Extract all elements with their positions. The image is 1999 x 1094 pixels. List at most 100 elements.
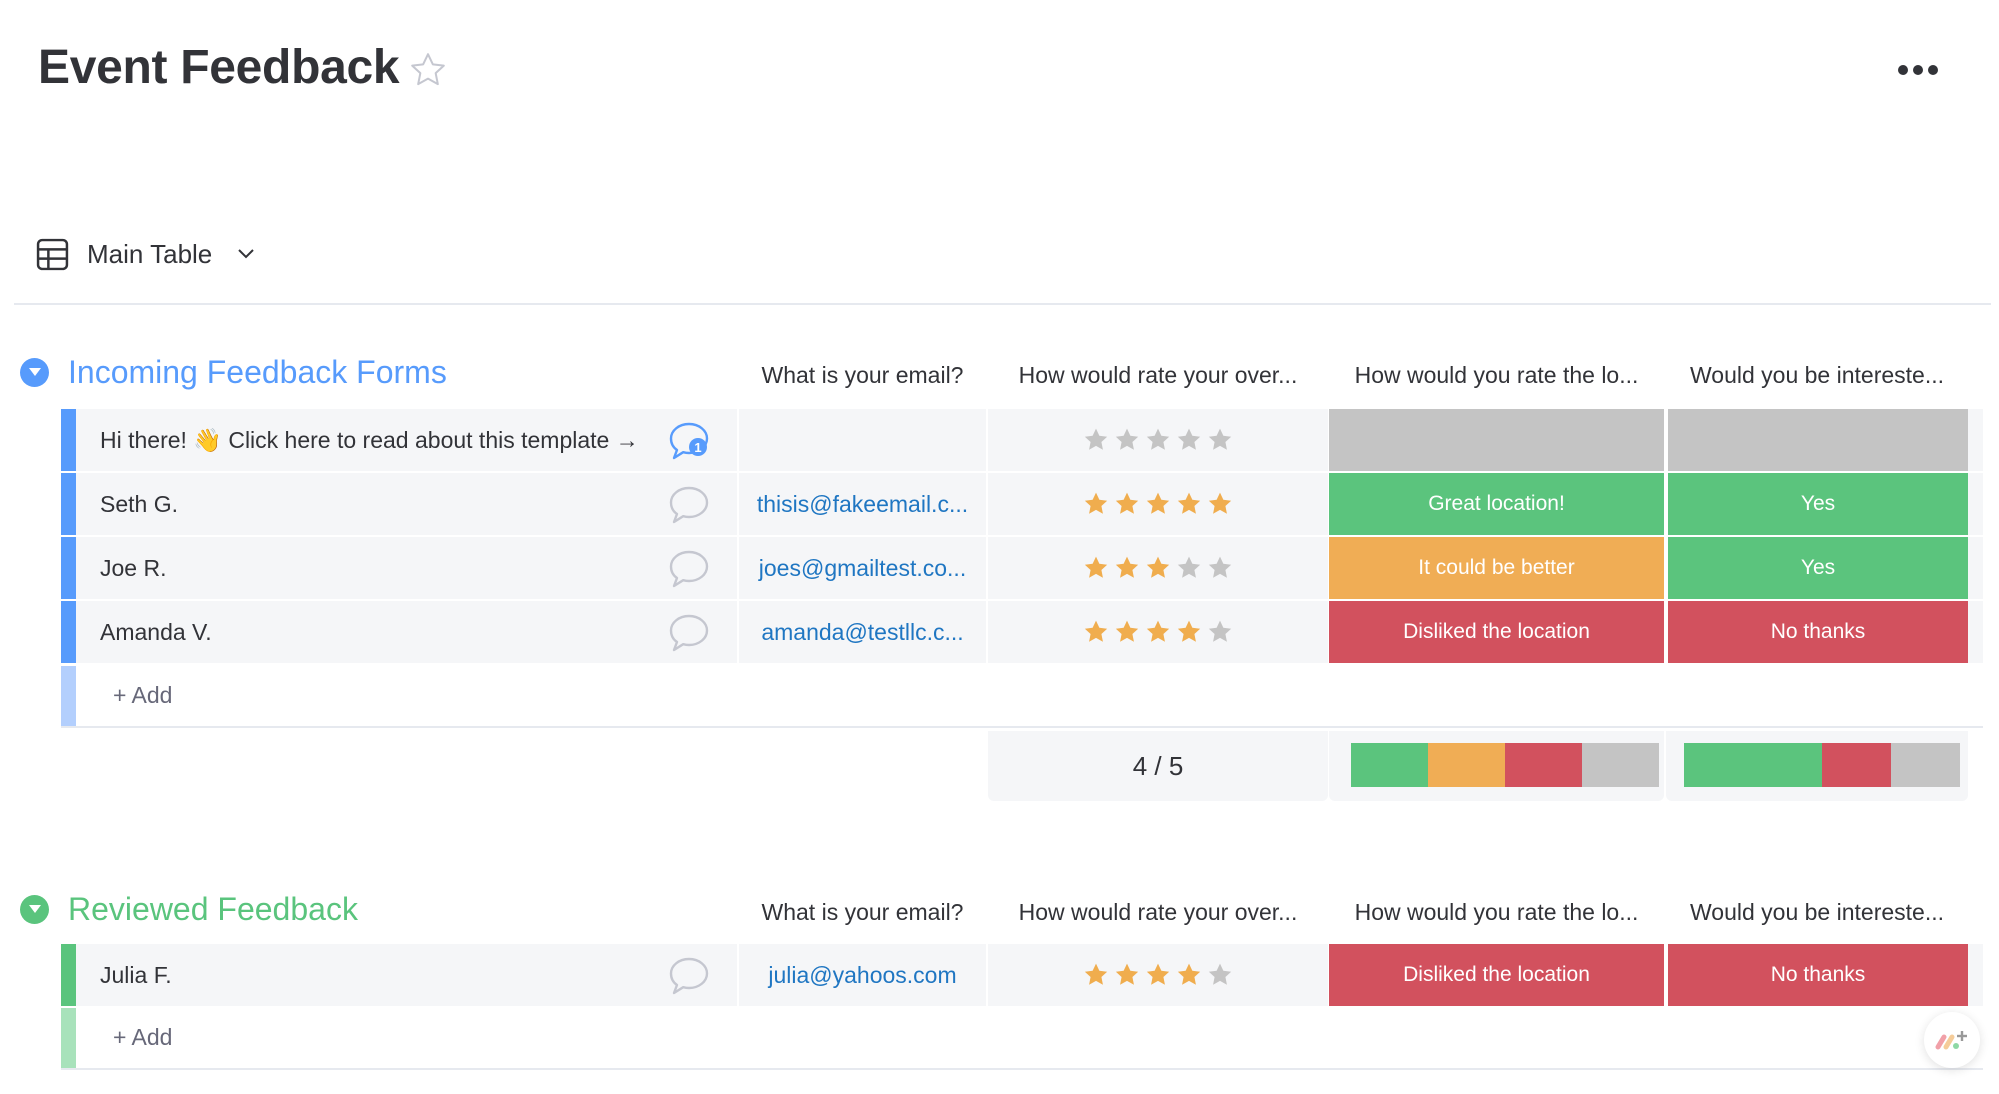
star-filled-icon[interactable] xyxy=(1176,491,1202,517)
location-status-cell[interactable]: Disliked the location xyxy=(1329,601,1664,663)
group-title[interactable]: Incoming Feedback Forms xyxy=(68,354,447,391)
star-rating[interactable] xyxy=(1083,619,1233,645)
distribution-segment-orange[interactable] xyxy=(1428,743,1505,787)
star-filled-icon[interactable] xyxy=(1114,619,1140,645)
interested-status-cell[interactable]: No thanks xyxy=(1666,601,1968,663)
distribution-segment-grey[interactable] xyxy=(1891,743,1960,787)
column-header-email[interactable]: What is your email? xyxy=(739,362,986,389)
item-name[interactable]: Joe R. xyxy=(100,555,166,582)
email-cell[interactable]: amanda@testllc.c... xyxy=(739,601,986,663)
star-empty-icon[interactable] xyxy=(1207,555,1233,581)
star-empty-icon[interactable] xyxy=(1083,427,1109,453)
location-status-cell[interactable]: Disliked the location xyxy=(1329,944,1664,1006)
star-empty-icon[interactable] xyxy=(1145,427,1171,453)
item-name-cell[interactable]: Amanda V. xyxy=(76,601,737,663)
star-empty-icon[interactable] xyxy=(1207,619,1233,645)
item-name[interactable]: Hi there! 👋 Click here to read about thi… xyxy=(100,427,639,454)
distribution-segment-red[interactable] xyxy=(1822,743,1891,787)
star-empty-icon[interactable] xyxy=(1176,427,1202,453)
item-name[interactable]: Seth G. xyxy=(100,491,178,518)
table-row[interactable]: Amanda V. amanda@testllc.c... Disliked the… xyxy=(61,601,1983,663)
column-header-rating[interactable]: How would rate your over... xyxy=(988,362,1328,389)
add-item-row[interactable]: + Add xyxy=(61,1008,1983,1070)
star-filled-icon[interactable] xyxy=(1176,619,1202,645)
star-filled-icon[interactable] xyxy=(1114,555,1140,581)
column-header-interested[interactable]: Would you be intereste... xyxy=(1666,899,1968,926)
add-item-button[interactable]: + Add xyxy=(113,1024,172,1051)
star-empty-icon[interactable] xyxy=(1114,427,1140,453)
star-empty-icon[interactable] xyxy=(1207,427,1233,453)
distribution-segment-green[interactable] xyxy=(1684,743,1822,787)
item-name-cell[interactable]: Joe R. xyxy=(76,537,737,599)
distribution-segment-grey[interactable] xyxy=(1582,743,1659,787)
interested-status-cell[interactable]: No thanks xyxy=(1666,944,1968,1006)
star-filled-icon[interactable] xyxy=(1083,619,1109,645)
interested-status-cell[interactable]: Yes xyxy=(1666,537,1968,599)
item-name[interactable]: Amanda V. xyxy=(100,619,212,646)
star-filled-icon[interactable] xyxy=(1145,962,1171,988)
interested-status-distribution-bar[interactable] xyxy=(1684,743,1960,787)
distribution-segment-red[interactable] xyxy=(1505,743,1582,787)
distribution-segment-green[interactable] xyxy=(1351,743,1428,787)
star-rating[interactable] xyxy=(1083,491,1233,517)
view-tab-main-table[interactable]: Main Table xyxy=(36,236,256,272)
monday-logo-plus-icon[interactable] xyxy=(1924,1012,1980,1068)
interested-status-cell[interactable]: Yes xyxy=(1666,473,1968,535)
column-header-location[interactable]: How would you rate the lo... xyxy=(1329,362,1664,389)
column-header-interested[interactable]: Would you be intereste... xyxy=(1666,362,1968,389)
comment-bubble-icon[interactable]: 1 xyxy=(667,421,711,461)
rating-cell[interactable] xyxy=(988,537,1328,599)
rating-cell[interactable] xyxy=(988,473,1328,535)
interested-status-cell[interactable] xyxy=(1666,409,1968,471)
item-name[interactable]: Julia F. xyxy=(100,962,172,989)
item-name-cell[interactable]: Hi there! 👋 Click here to read about thi… xyxy=(76,409,737,471)
star-empty-icon[interactable] xyxy=(1176,555,1202,581)
email-cell[interactable]: julia@yahoos.com xyxy=(739,944,986,1006)
column-header-email[interactable]: What is your email? xyxy=(739,899,986,926)
location-status-cell[interactable]: It could be better xyxy=(1329,537,1664,599)
table-row[interactable]: Joe R. joes@gmailtest.co... It could be be… xyxy=(61,537,1983,599)
board-title[interactable]: Event Feedback xyxy=(38,40,400,95)
table-row[interactable]: Hi there! 👋 Click here to read about thi… xyxy=(61,409,1983,471)
star-rating[interactable] xyxy=(1083,427,1233,453)
star-filled-icon[interactable] xyxy=(1207,491,1233,517)
rating-cell[interactable] xyxy=(988,601,1328,663)
star-filled-icon[interactable] xyxy=(1145,491,1171,517)
group-collapse-toggle[interactable] xyxy=(20,357,49,387)
comment-bubble-icon[interactable] xyxy=(667,485,711,525)
rating-cell[interactable] xyxy=(988,409,1328,471)
email-link[interactable]: julia@yahoos.com xyxy=(768,962,956,989)
email-link[interactable]: joes@gmailtest.co... xyxy=(759,555,966,582)
star-filled-icon[interactable] xyxy=(1083,962,1109,988)
email-link[interactable]: amanda@testllc.c... xyxy=(761,619,963,646)
star-filled-icon[interactable] xyxy=(1114,491,1140,517)
group-title[interactable]: Reviewed Feedback xyxy=(68,891,358,928)
star-filled-icon[interactable] xyxy=(1145,555,1171,581)
column-header-location[interactable]: How would you rate the lo... xyxy=(1329,899,1664,926)
more-dots-icon[interactable] xyxy=(1898,60,1938,80)
chevron-down-icon[interactable] xyxy=(236,247,256,261)
location-status-cell[interactable] xyxy=(1329,409,1664,471)
group-collapse-toggle[interactable] xyxy=(20,894,49,924)
email-cell[interactable]: joes@gmailtest.co... xyxy=(739,537,986,599)
comment-bubble-icon[interactable] xyxy=(667,613,711,653)
add-item-row[interactable]: + Add xyxy=(61,666,1983,728)
item-name-cell[interactable]: Seth G. xyxy=(76,473,737,535)
star-outline-icon[interactable] xyxy=(408,50,448,90)
star-filled-icon[interactable] xyxy=(1083,555,1109,581)
comment-bubble-icon[interactable] xyxy=(667,956,711,996)
item-name-cell[interactable]: Julia F. xyxy=(76,944,737,1006)
location-status-cell[interactable]: Great location! xyxy=(1329,473,1664,535)
column-header-rating[interactable]: How would rate your over... xyxy=(988,899,1328,926)
email-cell[interactable] xyxy=(739,409,986,471)
star-filled-icon[interactable] xyxy=(1145,619,1171,645)
email-link[interactable]: thisis@fakeemail.c... xyxy=(757,491,968,518)
location-status-distribution-bar[interactable] xyxy=(1351,743,1659,787)
star-rating[interactable] xyxy=(1083,962,1233,988)
star-filled-icon[interactable] xyxy=(1083,491,1109,517)
rating-cell[interactable] xyxy=(988,944,1328,1006)
table-row[interactable]: Seth G. thisis@fakeemail.c... Great locati… xyxy=(61,473,1983,535)
star-filled-icon[interactable] xyxy=(1176,962,1202,988)
email-cell[interactable]: thisis@fakeemail.c... xyxy=(739,473,986,535)
star-rating[interactable] xyxy=(1083,555,1233,581)
